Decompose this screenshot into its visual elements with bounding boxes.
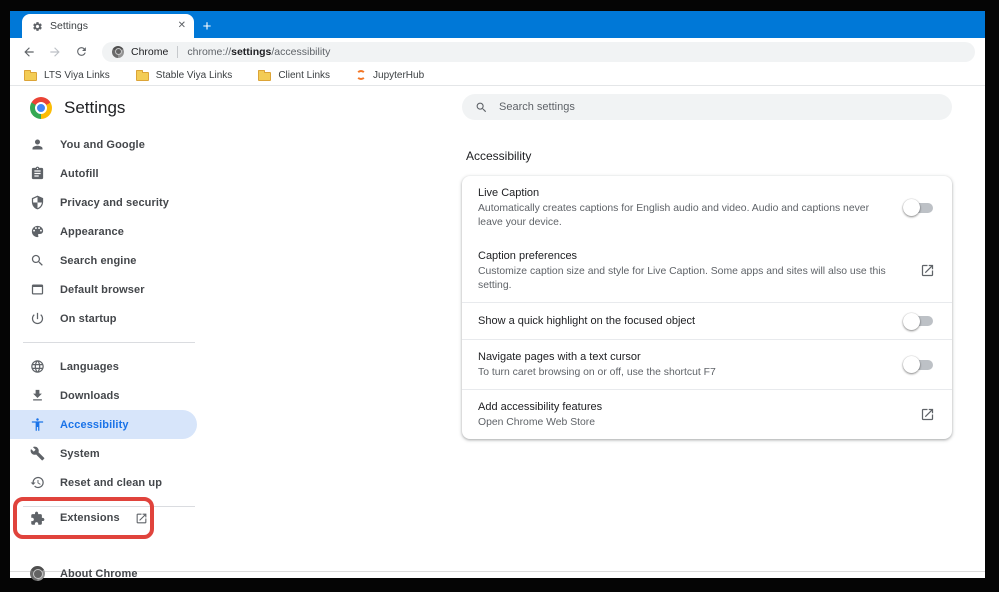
setting-row-caption-preferences[interactable]: Caption preferences Customize caption si… (462, 239, 952, 302)
external-link-icon[interactable] (920, 407, 935, 422)
setting-row-live-caption: Live Caption Automatically creates capti… (462, 176, 952, 239)
address-bar[interactable]: Chrome chrome://settings/accessibility (102, 41, 975, 62)
back-button[interactable] (18, 41, 40, 63)
new-tab-button[interactable]: + (194, 14, 220, 38)
settings-search-bar[interactable] (462, 94, 952, 120)
chrome-outline-icon (30, 566, 45, 581)
setting-row-focus-highlight: Show a quick highlight on the focused ob… (462, 302, 952, 339)
search-icon (475, 101, 488, 114)
setting-row-caret-browsing: Navigate pages with a text cursor To tur… (462, 339, 952, 389)
sidebar-item-system[interactable]: System (10, 439, 202, 468)
sidebar-divider (23, 506, 195, 507)
search-icon (30, 253, 45, 268)
bookmark-jupyterhub[interactable]: JupyterHub (356, 70, 424, 81)
sidebar-item-search-engine[interactable]: Search engine (10, 246, 202, 275)
clipboard-icon (30, 166, 45, 181)
bookmark-stable-viya-links[interactable]: Stable Viya Links (135, 69, 232, 81)
sidebar-header: Settings (10, 86, 202, 130)
sidebar-item-default-browser[interactable]: Default browser (10, 275, 202, 304)
page-title: Settings (64, 98, 126, 117)
gear-icon (32, 21, 43, 32)
power-icon (30, 311, 45, 326)
reload-button[interactable] (70, 41, 92, 63)
tab-title: Settings (50, 20, 88, 32)
section-heading: Accessibility (466, 149, 532, 163)
settings-sidebar: Settings You and Google Autofill Privacy… (10, 86, 202, 581)
live-caption-toggle[interactable] (903, 199, 933, 216)
bookmark-lts-viya-links[interactable]: LTS Viya Links (24, 69, 110, 81)
puzzle-icon (30, 511, 45, 526)
folder-icon (135, 69, 149, 81)
sidebar-item-on-startup[interactable]: On startup (10, 304, 202, 333)
sidebar-item-about-chrome[interactable]: About Chrome (10, 559, 202, 588)
caret-browsing-toggle[interactable] (903, 356, 933, 373)
chrome-logo-icon (30, 97, 52, 119)
sidebar-item-appearance[interactable]: Appearance (10, 217, 202, 246)
download-icon (30, 388, 45, 403)
tab-strip: Settings ✕ + (10, 11, 985, 38)
shield-icon (30, 195, 45, 210)
screenshot-frame: Settings ✕ + Chrome chrome://settings/ac… (0, 0, 999, 592)
bookmark-client-links[interactable]: Client Links (258, 69, 330, 81)
sidebar-item-accessibility[interactable]: Accessibility (10, 410, 197, 439)
folder-icon (258, 69, 272, 81)
sidebar-item-languages[interactable]: Languages (10, 352, 202, 381)
page-content: Settings You and Google Autofill Privacy… (10, 86, 985, 581)
settings-main: Accessibility Live Caption Automatically… (202, 86, 985, 571)
setting-row-add-accessibility-features[interactable]: Add accessibility features Open Chrome W… (462, 389, 952, 439)
person-icon (30, 137, 45, 152)
globe-icon (30, 359, 45, 374)
history-icon (30, 475, 45, 490)
sidebar-item-reset-and-clean-up[interactable]: Reset and clean up (10, 468, 202, 497)
address-engine-label: Chrome (131, 45, 169, 58)
wrench-icon (30, 446, 45, 461)
toolbar: Chrome chrome://settings/accessibility (10, 38, 985, 65)
bookmarks-bar: LTS Viya Links Stable Viya Links Client … (10, 65, 985, 86)
browser-window: Settings ✕ + Chrome chrome://settings/ac… (10, 11, 985, 581)
focus-highlight-toggle[interactable] (903, 312, 933, 330)
browser-window-icon (30, 282, 45, 297)
tab-close-icon[interactable]: ✕ (178, 21, 186, 31)
sidebar-item-autofill[interactable]: Autofill (10, 159, 202, 188)
sidebar-item-extensions[interactable]: Extensions (17, 511, 150, 526)
folder-icon (24, 69, 37, 81)
sidebar-item-privacy-and-security[interactable]: Privacy and security (10, 188, 202, 217)
accessibility-card: Live Caption Automatically creates capti… (462, 176, 952, 439)
address-separator (177, 45, 179, 58)
search-settings-input[interactable] (499, 101, 939, 113)
sidebar-divider (23, 342, 195, 343)
external-link-icon[interactable] (920, 263, 935, 278)
red-highlight-box: Extensions (13, 497, 154, 539)
forward-button[interactable] (44, 41, 66, 63)
sidebar-item-downloads[interactable]: Downloads (10, 381, 202, 410)
accessibility-icon (30, 417, 45, 432)
sidebar-item-you-and-google[interactable]: You and Google (10, 130, 202, 159)
palette-icon (30, 224, 45, 239)
tab-settings[interactable]: Settings ✕ (22, 14, 194, 38)
address-url: chrome://settings/accessibility (187, 45, 331, 58)
jupyterhub-icon (356, 70, 367, 80)
chrome-page-icon (112, 45, 124, 58)
external-link-icon (135, 512, 148, 525)
